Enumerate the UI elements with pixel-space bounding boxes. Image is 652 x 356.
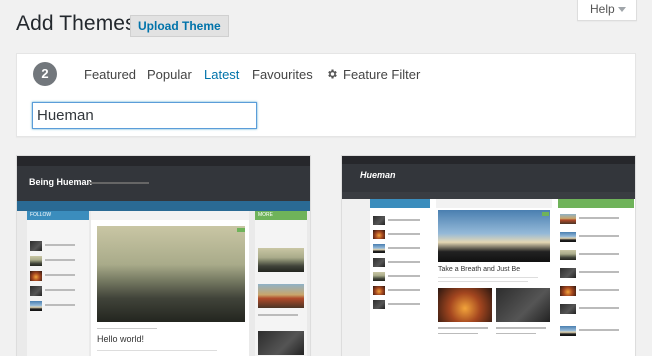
preview-logo: Hueman	[360, 170, 396, 180]
tab-favourites[interactable]: Favourites	[252, 67, 313, 82]
help-tab[interactable]: Help	[577, 0, 637, 21]
preview-post-image	[97, 226, 245, 322]
preview-more-label: MORE	[258, 212, 273, 218]
tab-featured[interactable]: Featured	[84, 67, 136, 82]
theme-screenshot[interactable]: Being Hueman FOLLOW Hello world! MORE	[17, 156, 310, 356]
theme-screenshot[interactable]: Hueman Take a Breath and Just Be	[342, 156, 635, 356]
tab-latest[interactable]: Latest	[204, 67, 239, 82]
tab-popular[interactable]: Popular	[147, 67, 192, 82]
theme-search-input[interactable]	[32, 102, 257, 129]
upload-theme-button[interactable]: Upload Theme	[130, 15, 229, 37]
theme-count-badge: 2	[33, 62, 57, 86]
preview-top-bar	[17, 156, 310, 166]
preview-post-title: Take a Breath and Just Be	[438, 266, 521, 273]
preview-post-title: Hello world!	[97, 334, 145, 344]
page-title: Add Themes	[16, 12, 136, 35]
preview-nav	[17, 201, 310, 211]
preview-post-image	[438, 210, 550, 262]
preview-site-title: Being Hueman	[29, 177, 93, 187]
theme-filter-bar: 2 Featured Popular Latest Favourites Fea…	[16, 53, 636, 137]
theme-card[interactable]: Being Hueman FOLLOW Hello world! MORE	[16, 155, 311, 356]
theme-card[interactable]: Hueman Take a Breath and Just Be	[341, 155, 636, 356]
gear-icon	[328, 69, 337, 79]
feature-filter-button[interactable]: Feature Filter	[326, 67, 420, 82]
feature-filter-label: Feature Filter	[343, 67, 421, 82]
caret-down-icon	[618, 7, 626, 12]
preview-follow-label: FOLLOW	[30, 212, 52, 218]
help-label: Help	[590, 2, 615, 16]
